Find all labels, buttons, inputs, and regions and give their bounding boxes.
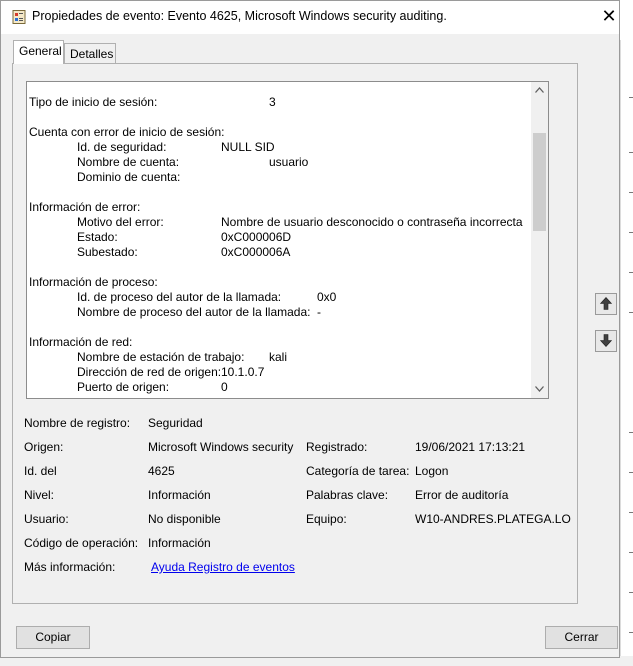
opcode-value: Información	[148, 536, 211, 550]
keywords-label: Palabras clave:	[306, 488, 389, 502]
chevron-down-icon[interactable]	[531, 381, 548, 398]
log-name-label: Nombre de registro:	[24, 416, 131, 430]
description-value: -	[317, 305, 321, 319]
description-label: Nombre de cuenta:	[77, 155, 180, 169]
computer-label: Equipo:	[306, 512, 347, 526]
close-icon[interactable]: ✕	[598, 5, 620, 29]
description-value: 0xC000006A	[221, 245, 291, 259]
description-value: 3	[269, 95, 276, 109]
background-window	[620, 40, 633, 666]
description-label: Dominio de cuenta:	[77, 170, 181, 184]
description-value: 10.1.0.7	[221, 365, 265, 379]
description-heading: Cuenta con error de inicio de sesión:	[29, 125, 225, 139]
more-info-label: Más información:	[24, 560, 116, 574]
arrow-up-icon	[596, 297, 616, 310]
description-label: Id. de seguridad:	[77, 140, 167, 154]
event-log-help-link[interactable]: Ayuda Registro de eventos	[151, 560, 295, 574]
description-value: 0x0	[317, 290, 337, 304]
next-event-button[interactable]	[595, 330, 617, 352]
description-label: Subestado:	[77, 245, 138, 259]
description-label: Puerto de origen:	[77, 380, 170, 394]
description-label: Motivo del error:	[77, 215, 164, 229]
description-value: NULL SID	[221, 140, 275, 154]
computer-value: W10-ANDRES.PLATEGA.LO	[415, 512, 571, 526]
chevron-up-icon[interactable]	[531, 82, 548, 99]
user-value: No disponible	[148, 512, 221, 526]
source-label: Origen:	[24, 440, 64, 454]
event-id-value: 4625	[148, 464, 175, 478]
logged-label: Registrado:	[306, 440, 368, 454]
description-heading: Información de red:	[29, 335, 133, 349]
description-label: Id. de proceso del autor de la llamada:	[77, 290, 282, 304]
title-bar[interactable]: Propiedades de evento: Evento 4625, Micr…	[1, 1, 619, 34]
level-label: Nivel:	[24, 488, 55, 502]
close-button[interactable]: Cerrar	[545, 626, 618, 649]
arrow-down-icon	[596, 334, 616, 347]
description-heading: Información de error:	[29, 200, 141, 214]
description-value: 0	[221, 380, 228, 394]
description-label: Nombre de proceso del autor de la llamad…	[77, 305, 311, 319]
log-name-value: Seguridad	[148, 416, 203, 430]
logged-value: 19/06/2021 17:13:21	[415, 440, 526, 454]
task-category-value: Logon	[415, 464, 449, 478]
event-properties-dialog: Propiedades de evento: Evento 4625, Micr…	[0, 0, 620, 658]
opcode-label: Código de operación:	[24, 536, 139, 550]
task-category-label: Categoría de tarea:	[306, 464, 410, 478]
description-label: Estado:	[77, 230, 118, 244]
description-scrollbar[interactable]	[531, 82, 548, 398]
tab-general[interactable]: General	[13, 40, 64, 64]
description-value: kali	[269, 350, 288, 364]
description-value: Nombre de usuario desconocido o contrase…	[221, 215, 523, 229]
event-description-box[interactable]: Tipo de inicio de sesión: 3 Cuenta con e…	[26, 81, 549, 399]
event-viewer-icon	[12, 10, 26, 24]
event-id-label: Id. del	[24, 464, 57, 478]
source-value: Microsoft Windows security	[148, 440, 294, 454]
description-label: Tipo de inicio de sesión:	[29, 95, 158, 109]
tab-details[interactable]: Detalles	[64, 43, 116, 65]
description-label: Dirección de red de origen:	[77, 365, 222, 379]
scroll-thumb[interactable]	[533, 133, 546, 231]
description-value: 0xC000006D	[221, 230, 292, 244]
user-label: Usuario:	[24, 512, 69, 526]
description-label: Nombre de estación de trabajo:	[77, 350, 245, 364]
copy-button[interactable]: Copiar	[16, 626, 90, 649]
previous-event-button[interactable]	[595, 293, 617, 315]
level-value: Información	[148, 488, 211, 502]
keywords-value: Error de auditoría	[415, 488, 509, 502]
description-value: usuario	[269, 155, 309, 169]
window-title: Propiedades de evento: Evento 4625, Micr…	[32, 9, 447, 23]
description-heading: Información de proceso:	[29, 275, 158, 289]
